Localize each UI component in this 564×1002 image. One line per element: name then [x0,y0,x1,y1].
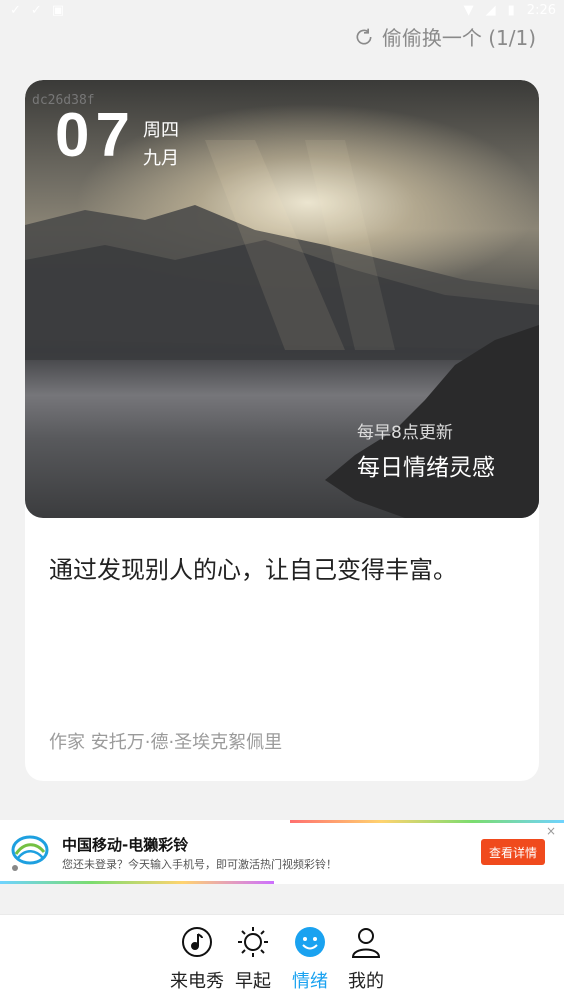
quote-author: 作家 安托万·德·圣埃克絮佩里 [49,732,283,753]
quote-text: 通过发现别人的心，让自己变得丰富。 [49,556,457,584]
date-month: 九月 [143,148,179,169]
download-icon: ✓ [10,3,21,18]
ad-close-icon[interactable]: × [546,824,556,838]
ad-border-top [290,820,564,823]
music-note-icon [182,927,212,957]
sun-icon [238,927,268,957]
ad-description: 您还未登录？今天输入手机号，即可激活热门视频彩铃！ [62,858,337,871]
status-bar: ✓ ✓ ▣ ▼ ◢ ▮ 2:26 [0,0,564,24]
update-hint: 每早8点更新 [357,423,453,443]
ad-banner[interactable]: 中国移动-电獭彩铃 您还未登录？今天输入手机号，即可激活热门视频彩铃！ 查看详情… [0,820,564,884]
emotion-card [25,80,539,781]
signal-icon: ◢ [485,3,496,18]
tab-label: 情绪 [292,971,328,992]
refresh-icon [356,28,372,45]
bottom-tab-bar: 来电秀 早起 情绪 我的 [0,914,564,1002]
ad-detail-button[interactable]: 查看详情 [481,839,545,865]
ad-border-bottom [0,881,274,884]
download-icon: ✓ [30,3,42,18]
tab-label: 来电秀 [170,971,224,992]
notification-icon: ▣ [51,3,65,18]
china-mobile-logo-icon [11,835,49,871]
date-day: 07 [55,101,136,170]
tab-early-rise[interactable]: 早起 [221,925,285,993]
inspiration-title: 每日情绪灵感 [357,455,495,481]
wifi-icon: ▼ [463,3,474,18]
tab-caller-show[interactable]: 来电秀 [165,925,229,993]
battery-icon: ▮ [507,3,515,18]
tab-mine[interactable]: 我的 [334,925,398,993]
swap-button[interactable]: 偷偷换一个 (1/1) [354,22,536,51]
status-time: 2:26 [526,3,556,18]
tab-label: 我的 [348,971,384,992]
tab-emotion[interactable]: 情绪 [278,925,342,993]
swap-label: 偷偷换一个 (1/1) [381,26,536,50]
ad-title: 中国移动-电獭彩铃 [62,836,189,854]
user-icon [351,928,381,958]
tab-label: 早起 [235,971,271,992]
date-weekday: 周四 [143,120,179,141]
smiley-icon [295,927,325,957]
